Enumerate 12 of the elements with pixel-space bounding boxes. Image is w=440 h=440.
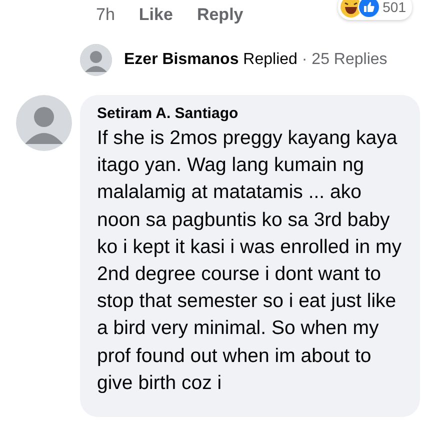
avatar-icon	[16, 95, 72, 151]
comment-text: If she is 2mos preggy kayang kaya itago yan. Wag lang kumain ng malalamig at matatamis ... ako noon sa pagbuntis ko sa 3rd baby ko i kept it kasi i was enrolled in my 2nd degree course i dont want to stop that semester so i eat just like a bird very minimal. So when my prof found out when im about to give birth coz i	[97, 126, 403, 396]
laughing-emoji-icon	[340, 0, 362, 18]
replies-link[interactable]: Ezer Bismanos Replied · 25 Replies	[124, 51, 388, 69]
like-link[interactable]: Like	[138, 5, 173, 25]
reactions-badge[interactable]: 501	[338, 0, 412, 20]
reply-link[interactable]: Reply	[196, 5, 244, 25]
reaction-count: 501	[382, 0, 406, 15]
avatar-icon	[80, 44, 112, 76]
comment-author[interactable]: Setiram A. Santiago	[97, 105, 238, 122]
comment-time: 7h	[96, 5, 115, 25]
thumbs-up-icon	[358, 0, 380, 18]
